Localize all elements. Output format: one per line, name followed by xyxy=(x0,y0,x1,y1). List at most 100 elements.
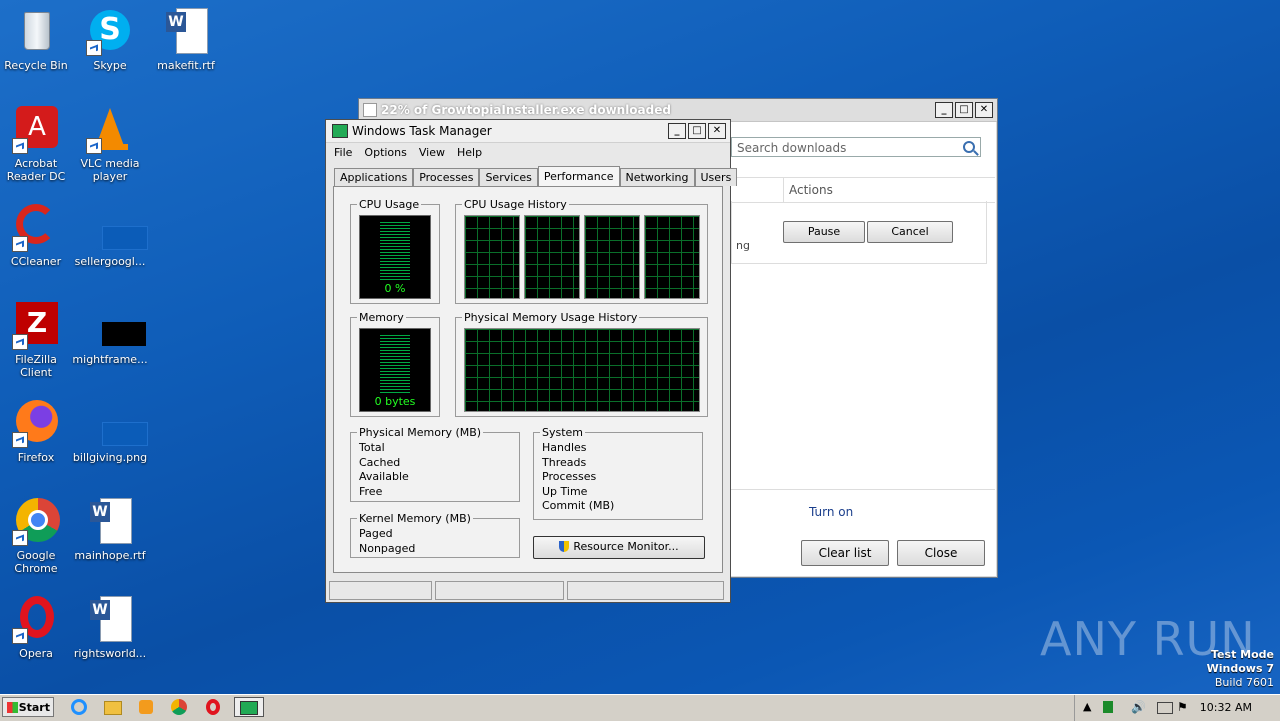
minimize-button[interactable]: _ xyxy=(668,123,686,139)
media-player-taskbar-icon[interactable] xyxy=(133,697,159,717)
search-downloads-input[interactable]: Search downloads xyxy=(731,137,981,157)
close-button[interactable]: Close xyxy=(897,540,985,566)
word-document-icon: W xyxy=(162,8,210,56)
downloads-column-header: Actions xyxy=(731,177,995,203)
flag-icon[interactable]: ⚑ xyxy=(1177,700,1188,714)
network-icon[interactable] xyxy=(1103,701,1113,713)
ccleaner-icon xyxy=(12,204,60,252)
task-manager-taskbar-icon[interactable] xyxy=(234,697,264,717)
status-memory-pane xyxy=(567,581,724,600)
explorer-taskbar-icon[interactable] xyxy=(100,697,126,717)
menu-help[interactable]: Help xyxy=(453,146,490,159)
firefox-icon xyxy=(12,400,60,448)
memory-group: Memory 0 bytes xyxy=(350,311,440,417)
cpu-usage-value: 0 % xyxy=(384,282,406,295)
stat-nonpaged: Nonpaged xyxy=(359,541,416,555)
tab-services[interactable]: Services xyxy=(479,168,538,186)
clock[interactable]: 10:32 AM xyxy=(1200,701,1252,714)
stat-paged: Paged xyxy=(359,527,393,540)
memory-meter: 0 bytes xyxy=(359,328,431,412)
resource-monitor-button[interactable]: Resource Monitor... xyxy=(533,536,705,559)
recycle-bin-icon xyxy=(12,8,60,56)
battery-icon[interactable] xyxy=(1157,702,1173,714)
menu-file[interactable]: File xyxy=(330,146,360,159)
clear-list-button[interactable]: Clear list xyxy=(801,540,889,566)
task-manager-window[interactable]: Windows Task Manager _ □ ✕ File Options … xyxy=(325,119,738,603)
stat-up-time: Up Time xyxy=(542,484,588,498)
tab-networking[interactable]: Networking xyxy=(619,168,695,186)
desktop-icon-billgiving[interactable]: billgiving.png xyxy=(72,400,148,464)
close-window-button[interactable]: ✕ xyxy=(708,123,726,139)
desktop-icon-ccleaner[interactable]: CCleaner xyxy=(0,204,74,268)
tab-applications[interactable]: Applications xyxy=(334,168,414,186)
desktop-icon-sellergoogl[interactable]: sellergoogl... xyxy=(72,204,148,268)
menu-view[interactable]: View xyxy=(415,146,453,159)
volume-icon[interactable]: 🔊 xyxy=(1131,700,1146,714)
word-document-icon: W xyxy=(86,498,134,546)
internet-explorer-taskbar-icon[interactable] xyxy=(66,697,92,717)
task-manager-title: Windows Task Manager xyxy=(352,124,492,138)
turn-on-link[interactable]: Turn on xyxy=(809,505,853,519)
chrome-taskbar-icon[interactable] xyxy=(166,697,192,717)
acrobat-icon: A xyxy=(12,106,60,154)
vlc-cone-icon xyxy=(86,106,134,154)
close-window-button[interactable]: ✕ xyxy=(975,102,993,118)
desktop-icon-vlc[interactable]: VLC media player xyxy=(72,106,148,183)
desktop-icon-rightsworld[interactable]: W rightsworld... xyxy=(72,596,148,660)
cpu-history-graph-3 xyxy=(584,215,640,299)
pause-button[interactable]: Pause xyxy=(783,221,865,243)
desktop-icon-mightframe[interactable]: mightframe... xyxy=(72,302,148,366)
task-manager-icon xyxy=(332,124,348,138)
cpu-history-graph-2 xyxy=(524,215,580,299)
performance-panel: CPU Usage 0 % CPU Usage History Memory 0… xyxy=(333,186,723,573)
desktop-icon-filezilla[interactable]: Z FileZilla Client xyxy=(0,302,74,379)
maximize-button[interactable]: □ xyxy=(688,123,706,139)
stat-handles: Handles xyxy=(542,441,587,454)
memory-value: 0 bytes xyxy=(374,395,416,408)
opera-taskbar-icon[interactable] xyxy=(200,697,226,717)
desktop-icon-makefit[interactable]: W makefit.rtf xyxy=(148,8,224,72)
tab-strip: Applications Processes Services Performa… xyxy=(334,166,738,186)
chrome-icon xyxy=(12,498,60,546)
desktop-icon-opera[interactable]: Opera xyxy=(0,596,74,660)
file-thumbnail-icon xyxy=(86,204,148,252)
show-hidden-icons-icon[interactable]: ▲ xyxy=(1083,700,1091,713)
maximize-button[interactable]: □ xyxy=(955,102,973,118)
skype-icon: S xyxy=(86,8,134,56)
menu-bar: File Options View Help xyxy=(326,143,730,161)
desktop-icon-skype[interactable]: S Skype xyxy=(72,8,148,72)
download-icon xyxy=(363,103,377,117)
desktop-icon-acrobat[interactable]: A Acrobat Reader DC xyxy=(0,106,74,183)
word-document-icon: W xyxy=(86,596,134,644)
physical-memory-history-group: Physical Memory Usage History xyxy=(455,311,708,417)
filezilla-icon: Z xyxy=(12,302,60,350)
stat-total: Total xyxy=(359,441,385,454)
download-status-text: ng xyxy=(736,239,750,252)
desktop-icon-mainhope[interactable]: W mainhope.rtf xyxy=(72,498,148,562)
cpu-history-graph-4 xyxy=(644,215,700,299)
desktop-icon-firefox[interactable]: Firefox xyxy=(0,400,74,464)
actions-column-label: Actions xyxy=(789,183,833,197)
downloads-title: 22% of GrowtopiaInstaller.exe downloaded xyxy=(381,103,671,117)
system-group: System Handles Threads Processes Up Time… xyxy=(533,426,703,520)
search-icon[interactable] xyxy=(963,141,975,153)
status-bar xyxy=(329,581,724,600)
cpu-usage-meter: 0 % xyxy=(359,215,431,299)
stat-cached: Cached xyxy=(359,455,401,469)
cpu-history-group: CPU Usage History xyxy=(455,198,708,304)
desktop-icon-chrome[interactable]: Google Chrome xyxy=(0,498,74,575)
tab-users[interactable]: Users xyxy=(694,168,738,186)
image-thumbnail-icon xyxy=(86,400,148,448)
tab-performance[interactable]: Performance xyxy=(537,166,620,186)
kernel-memory-group: Kernel Memory (MB) Paged Nonpaged xyxy=(350,512,520,558)
start-button[interactable]: Start xyxy=(2,697,54,717)
cpu-usage-group: CPU Usage 0 % xyxy=(350,198,440,304)
cancel-button[interactable]: Cancel xyxy=(867,221,953,243)
minimize-button[interactable]: _ xyxy=(935,102,953,118)
tab-processes[interactable]: Processes xyxy=(413,168,480,186)
status-cpu-pane xyxy=(435,581,565,600)
desktop-icon-recycle-bin[interactable]: Recycle Bin xyxy=(0,8,74,72)
task-manager-titlebar[interactable]: Windows Task Manager _ □ ✕ xyxy=(326,120,730,143)
stat-commit: Commit (MB) xyxy=(542,499,615,512)
menu-options[interactable]: Options xyxy=(360,146,414,159)
